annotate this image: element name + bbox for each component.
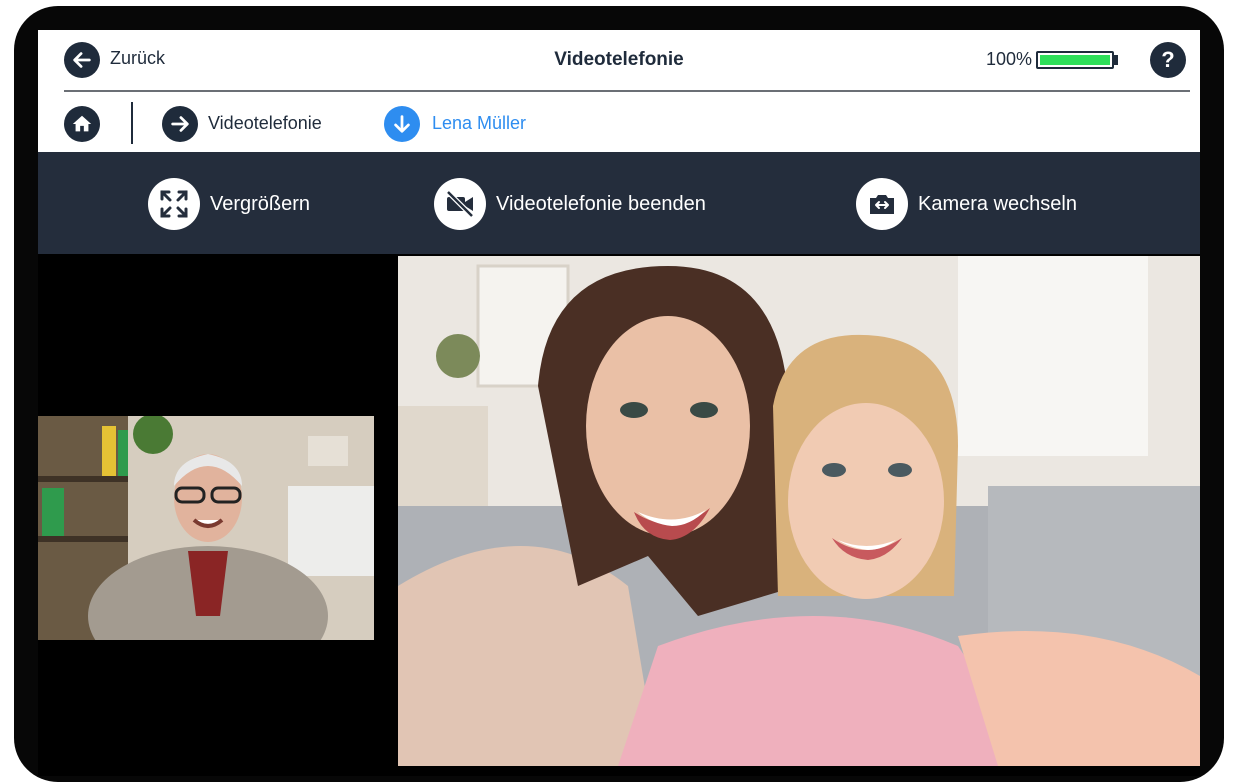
- zoom-label: Vergrößern: [210, 192, 311, 215]
- expand-icon: [148, 178, 200, 230]
- breadcrumb-videotelefonie-button[interactable]: [162, 106, 198, 142]
- end-call-label: Videotelefonie beenden: [496, 192, 706, 215]
- help-icon: ?: [1161, 47, 1175, 72]
- battery-percentage: 100%: [986, 49, 1033, 69]
- top-bar: Zurück Videotelefonie 100% ?: [38, 30, 1200, 88]
- end-call-button[interactable]: Videotelefonie beenden: [434, 178, 706, 230]
- arrow-right-icon: [171, 116, 189, 132]
- battery-tip: [1114, 55, 1118, 65]
- remote-video: [398, 256, 1200, 766]
- video-off-icon: [434, 178, 486, 230]
- battery-fill: [1040, 55, 1110, 65]
- header: Zurück Videotelefonie 100% ? Videotelefo…: [38, 30, 1200, 152]
- remote-video-image: [398, 256, 1200, 766]
- battery-icon: [1036, 51, 1114, 69]
- local-video-image: [38, 416, 374, 640]
- call-toolbar: Vergrößern Videotelefonie beenden Kamera…: [38, 152, 1200, 254]
- arrow-down-icon: [394, 115, 410, 133]
- breadcrumb-contact[interactable]: Lena Müller: [432, 113, 526, 134]
- breadcrumb-contact-button[interactable]: [384, 106, 420, 142]
- breadcrumb-separator: [131, 102, 133, 144]
- local-video-preview[interactable]: [38, 416, 374, 640]
- tablet-frame: Zurück Videotelefonie 100% ? Videotelefo…: [14, 6, 1224, 782]
- home-icon: [72, 115, 92, 132]
- home-button[interactable]: [64, 106, 100, 142]
- switch-camera-button[interactable]: Kamera wechseln: [856, 178, 1077, 230]
- switch-camera-icon: [856, 178, 908, 230]
- screen: Zurück Videotelefonie 100% ? Videotelefo…: [38, 30, 1200, 776]
- header-divider: [64, 90, 1190, 92]
- zoom-button[interactable]: Vergrößern: [148, 178, 310, 230]
- switch-camera-label: Kamera wechseln: [918, 192, 1077, 215]
- breadcrumb-videotelefonie[interactable]: Videotelefonie: [208, 113, 322, 134]
- video-area: [38, 254, 1200, 776]
- help-button[interactable]: ?: [1150, 42, 1186, 78]
